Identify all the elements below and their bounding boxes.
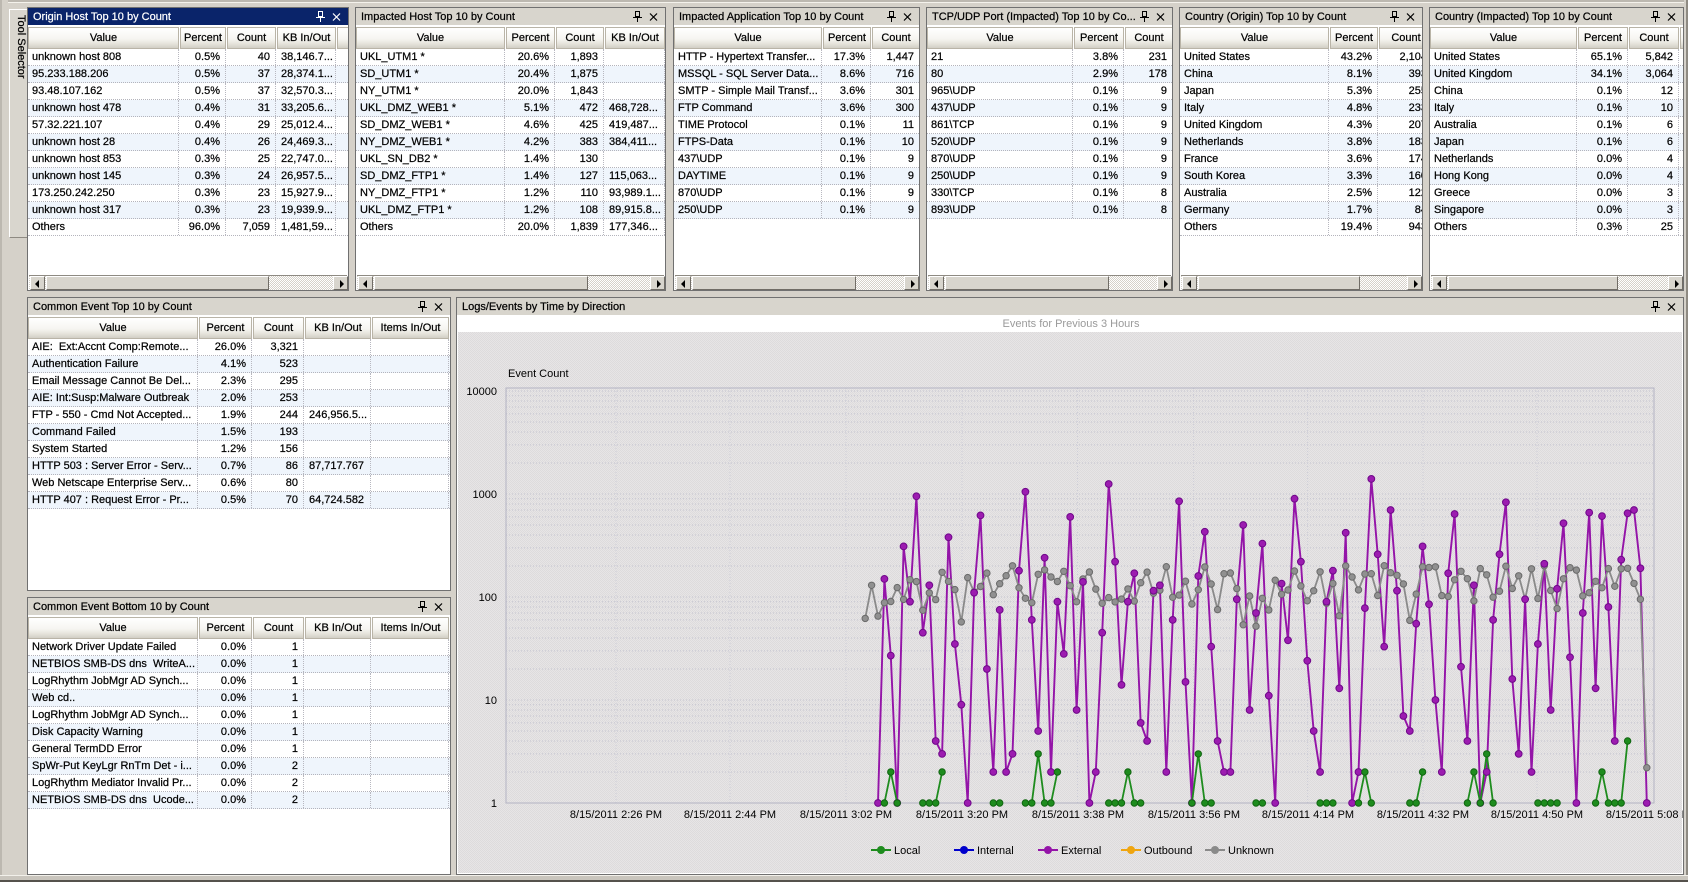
svg-text:8/15/2011 2:26 PM: 8/15/2011 2:26 PM xyxy=(570,809,662,821)
svg-text:8/15/2011 3:38 PM: 8/15/2011 3:38 PM xyxy=(1032,809,1124,821)
svg-text:Internal: Internal xyxy=(977,845,1014,857)
svg-text:Unknown: Unknown xyxy=(1228,845,1274,857)
svg-text:1: 1 xyxy=(491,798,497,810)
svg-text:Outbound: Outbound xyxy=(1144,845,1192,857)
svg-text:8/15/2011 3:20 PM: 8/15/2011 3:20 PM xyxy=(916,809,1008,821)
svg-text:8/15/2011 4:50 PM: 8/15/2011 4:50 PM xyxy=(1491,809,1583,821)
svg-text:10: 10 xyxy=(485,695,497,707)
svg-text:8/15/2011 5:08 PM: 8/15/2011 5:08 PM xyxy=(1606,809,1684,821)
svg-text:External: External xyxy=(1061,845,1101,857)
svg-text:1000: 1000 xyxy=(473,489,497,501)
svg-text:Local: Local xyxy=(894,845,920,857)
svg-text:8/15/2011 4:14 PM: 8/15/2011 4:14 PM xyxy=(1262,809,1354,821)
svg-text:Event Count: Event Count xyxy=(508,368,569,380)
svg-text:8/15/2011 2:44 PM: 8/15/2011 2:44 PM xyxy=(684,809,776,821)
svg-text:Events for Previous 3 Hours: Events for Previous 3 Hours xyxy=(1003,318,1140,330)
svg-text:8/15/2011 3:56 PM: 8/15/2011 3:56 PM xyxy=(1148,809,1240,821)
svg-text:10000: 10000 xyxy=(466,386,497,398)
svg-text:8/15/2011 4:32 PM: 8/15/2011 4:32 PM xyxy=(1377,809,1469,821)
svg-text:100: 100 xyxy=(479,592,497,604)
svg-text:8/15/2011 3:02 PM: 8/15/2011 3:02 PM xyxy=(800,809,892,821)
